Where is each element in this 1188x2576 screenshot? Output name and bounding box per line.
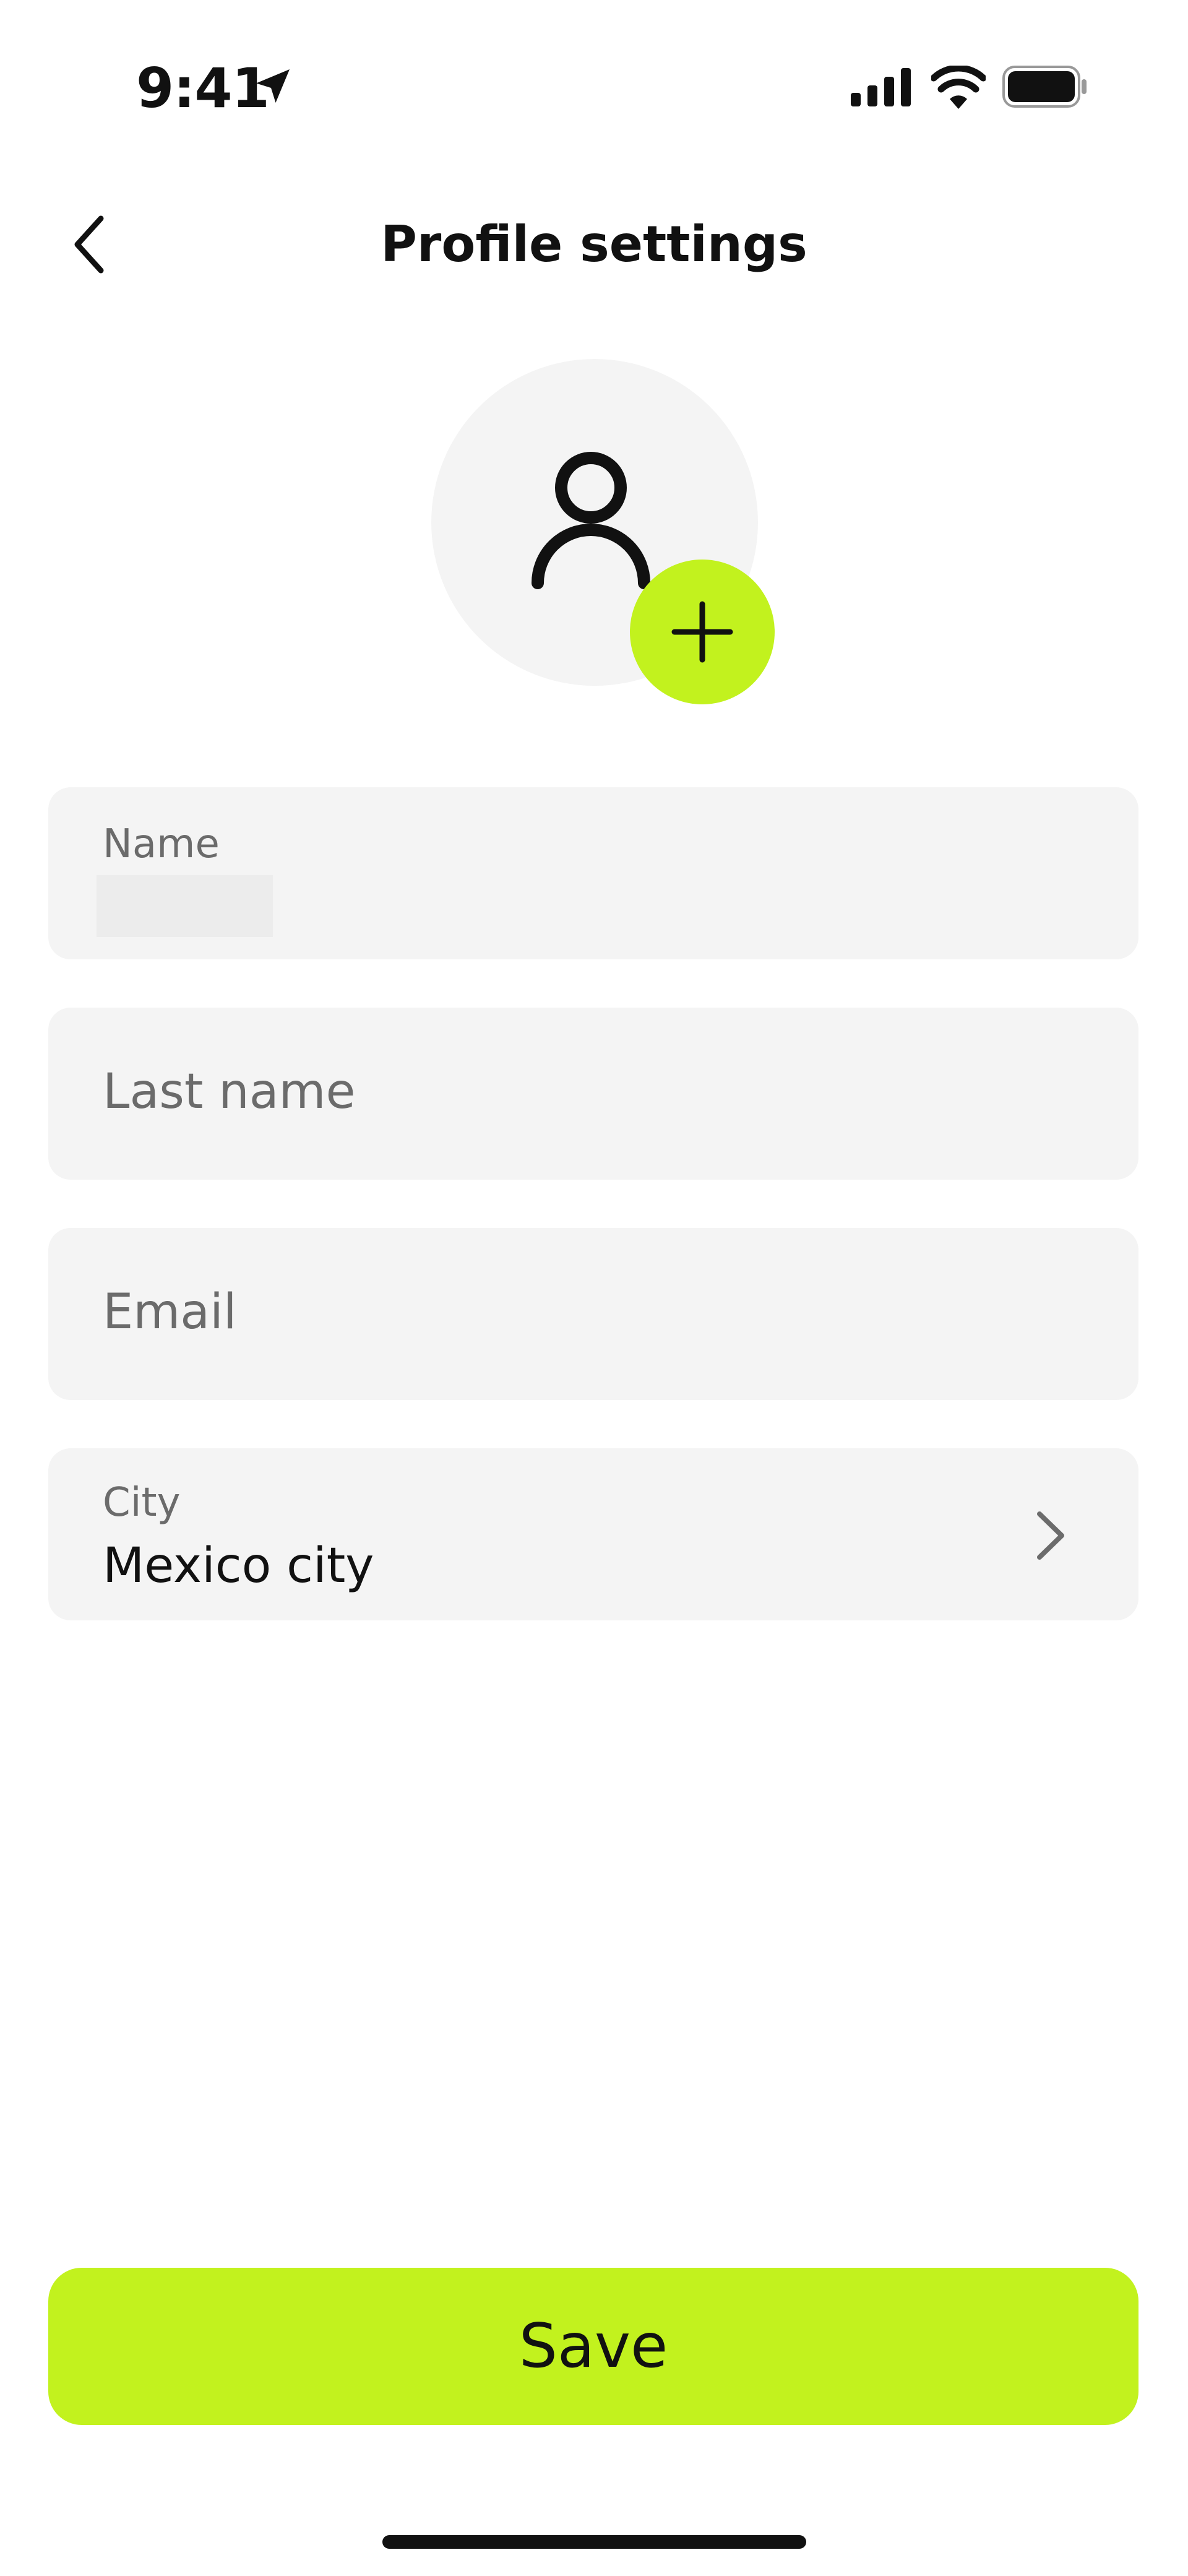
plus-icon [671, 601, 733, 663]
last-name-placeholder: Last name [103, 1064, 356, 1120]
city-selector[interactable]: City Mexico city [48, 1448, 1138, 1620]
cellular-signal-icon [851, 68, 911, 106]
save-button[interactable]: Save [48, 2268, 1138, 2425]
home-indicator[interactable] [382, 2535, 806, 2549]
city-field-value: Mexico city [103, 1538, 374, 1594]
location-arrow-icon [256, 69, 290, 103]
city-field-label: City [103, 1480, 181, 1526]
page-title: Profile settings [381, 215, 807, 273]
chevron-right-icon [1037, 1511, 1064, 1560]
email-field[interactable]: Email [48, 1228, 1138, 1400]
name-field-value[interactable] [97, 875, 273, 937]
name-field-label: Name [103, 821, 220, 867]
wifi-icon [931, 66, 986, 109]
name-field[interactable]: Name [48, 787, 1138, 959]
email-placeholder: Email [103, 1284, 237, 1340]
last-name-field[interactable]: Last name [48, 1008, 1138, 1180]
user-icon [532, 452, 650, 589]
battery-icon [1002, 66, 1087, 108]
add-photo-button[interactable] [630, 560, 775, 704]
status-time: 9:41 [136, 56, 270, 120]
